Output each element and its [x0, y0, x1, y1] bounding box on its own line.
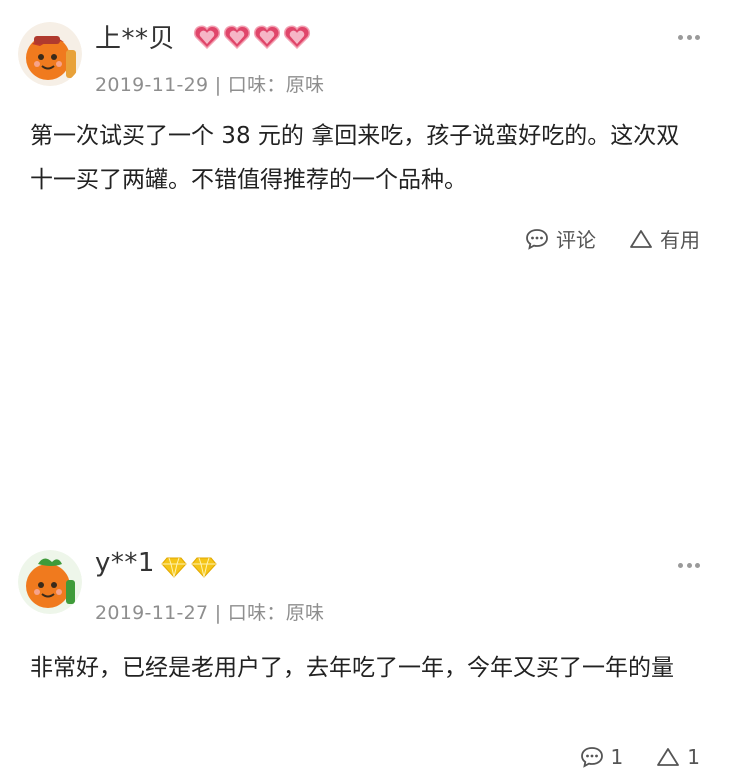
review-actions: 评论 有用 [492, 224, 700, 253]
triangle-useful-icon [630, 229, 652, 248]
review-text: 第一次试买了一个 38 元的 拿回来吃，孩子说蛮好吃的。这次双十一买了两罐。不错… [30, 123, 680, 193]
review-text: 非常好，已经是老用户了，去年吃了一年，今年又买了一年的量 [30, 655, 674, 681]
heart-gem-icon [193, 25, 221, 50]
heart-gem-icon [253, 25, 281, 50]
member-badges [160, 554, 218, 580]
username[interactable]: 上**贝 [95, 18, 175, 55]
review-date: 2019-11-27 [95, 602, 209, 624]
username[interactable]: y**1 [95, 548, 155, 578]
review-item: 上**贝 2019-11-29 | 口味：原味 第一次试买了一个 38 元的 拿… [0, 0, 730, 262]
useful-label: 有用 [660, 228, 700, 252]
useful-button[interactable]: 有用 [628, 224, 700, 253]
review-flavor: | 口味：原味 [214, 602, 325, 624]
useful-button[interactable]: 1 [655, 745, 700, 769]
review-meta: 2019-11-29 | 口味：原味 [95, 70, 324, 97]
comment-label: 评论 [556, 228, 596, 252]
user-avatar[interactable] [18, 550, 82, 614]
heart-gem-icon [223, 25, 251, 50]
orange-mascot-icon [18, 550, 82, 614]
review-actions: 1 1 [547, 745, 700, 769]
comment-bubble-icon [526, 228, 548, 250]
gold-diamond-icon [161, 557, 187, 578]
review-flavor: | 口味：原味 [214, 74, 325, 96]
user-avatar[interactable] [18, 22, 82, 86]
review-date: 2019-11-29 [95, 74, 209, 96]
orange-mascot-icon [18, 22, 82, 86]
gold-diamond-icon [191, 557, 217, 578]
review-meta: 2019-11-27 | 口味：原味 [95, 598, 324, 625]
comment-button[interactable]: 1 [579, 745, 624, 769]
more-options-icon[interactable] [678, 34, 700, 40]
comment-count: 1 [610, 745, 624, 769]
useful-count: 1 [687, 745, 700, 769]
heart-gem-icon [283, 25, 311, 50]
review-item: y**1 2019-11-27 | 口味：原味 非常好，已经是老用户了，去年吃了… [0, 262, 730, 769]
comment-button[interactable]: 评论 [524, 224, 596, 253]
triangle-useful-icon [657, 748, 680, 766]
member-badges [193, 24, 311, 50]
comment-bubble-icon [580, 747, 603, 768]
more-options-icon[interactable] [678, 562, 700, 568]
